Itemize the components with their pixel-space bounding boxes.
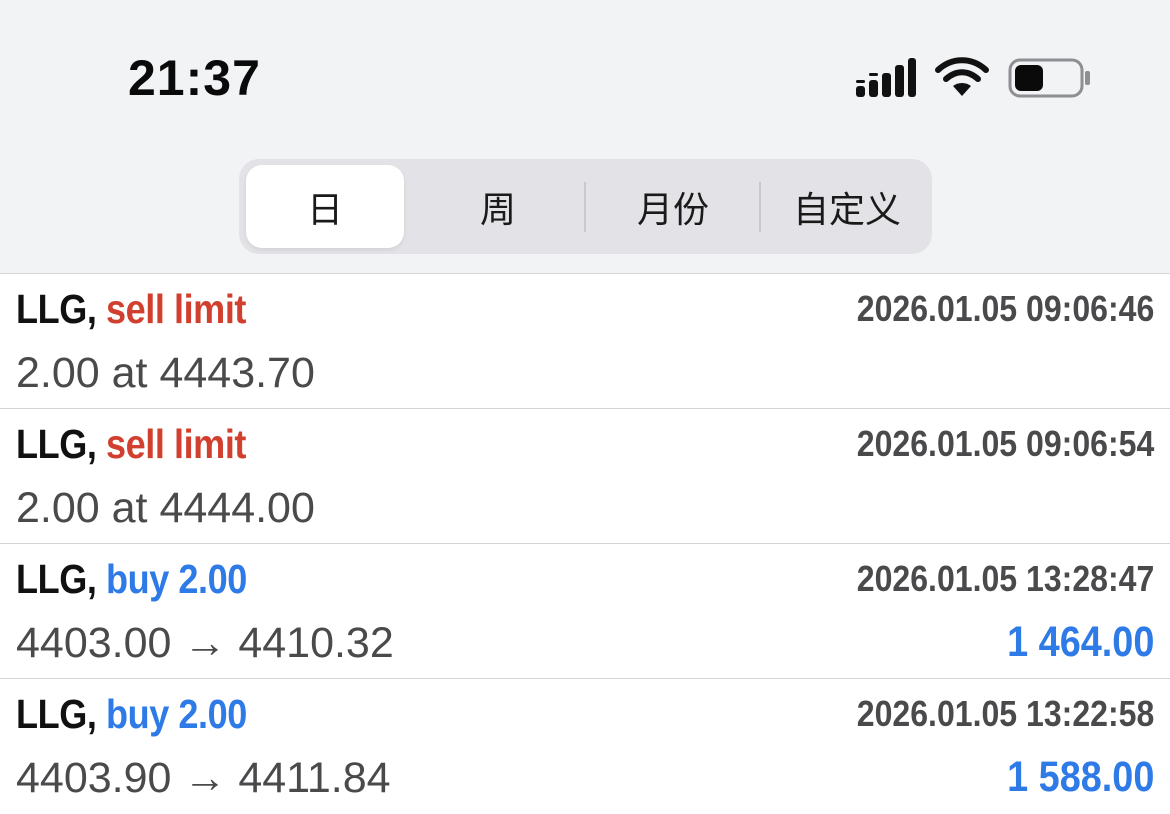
order-datetime: 2026.01.05 09:06:54 (856, 423, 1154, 464)
order-title: LLG, sell limit (16, 421, 246, 467)
order-detail: 2.00 at 4443.70 (16, 349, 315, 397)
order-datetime: 2026.01.05 09:06:46 (856, 288, 1154, 329)
order-datetime: 2026.01.05 13:28:47 (856, 558, 1154, 599)
tab-week[interactable]: 周 (419, 165, 577, 248)
order-symbol: LLG, (16, 556, 97, 602)
order-detail: 4403.00 → 4410.32 (16, 619, 394, 667)
order-type: buy 2.00 (106, 556, 247, 602)
order-profit: 1 464.00 (1006, 618, 1154, 666)
order-type: sell limit (106, 421, 246, 467)
segment-divider (759, 182, 761, 232)
tab-month[interactable]: 月份 (594, 165, 752, 248)
status-bar: 21:37 (0, 0, 1170, 150)
order-title: LLG, sell limit (16, 286, 246, 332)
order-type: sell limit (106, 286, 246, 332)
order-title: LLG, buy 2.00 (16, 691, 247, 737)
status-time: 21:37 (128, 50, 261, 106)
order-row[interactable]: LLG, sell limit 2026.01.05 09:06:54 2.00… (0, 409, 1170, 544)
segment-divider (584, 182, 586, 232)
order-symbol: LLG, (16, 691, 97, 737)
order-symbol: LLG, (16, 286, 97, 332)
tab-day[interactable]: 日 (246, 165, 404, 248)
cellular-signal-icon (856, 58, 916, 97)
wifi-icon (935, 57, 989, 96)
battery-icon (1008, 58, 1090, 98)
order-symbol: LLG, (16, 421, 97, 467)
tab-custom[interactable]: 自定义 (767, 165, 927, 248)
order-datetime: 2026.01.05 13:22:58 (856, 693, 1154, 734)
order-row[interactable]: LLG, buy 2.00 2026.01.05 13:28:47 4403.0… (0, 544, 1170, 679)
order-row[interactable]: LLG, sell limit 2026.01.05 09:06:46 2.00… (0, 274, 1170, 409)
order-row[interactable]: LLG, buy 2.00 2026.01.05 13:22:58 4403.9… (0, 679, 1170, 814)
order-type: buy 2.00 (106, 691, 247, 737)
header-area: 21:37 日 周 月份 自定义 (0, 0, 1170, 273)
period-segmented-control: 日 周 月份 自定义 (239, 159, 932, 254)
order-history-list: LLG, sell limit 2026.01.05 09:06:46 2.00… (0, 273, 1170, 812)
order-title: LLG, buy 2.00 (16, 556, 247, 602)
order-detail: 2.00 at 4444.00 (16, 484, 315, 532)
order-profit: 1 588.00 (1006, 753, 1154, 801)
order-detail: 4403.90 → 4411.84 (16, 754, 391, 802)
